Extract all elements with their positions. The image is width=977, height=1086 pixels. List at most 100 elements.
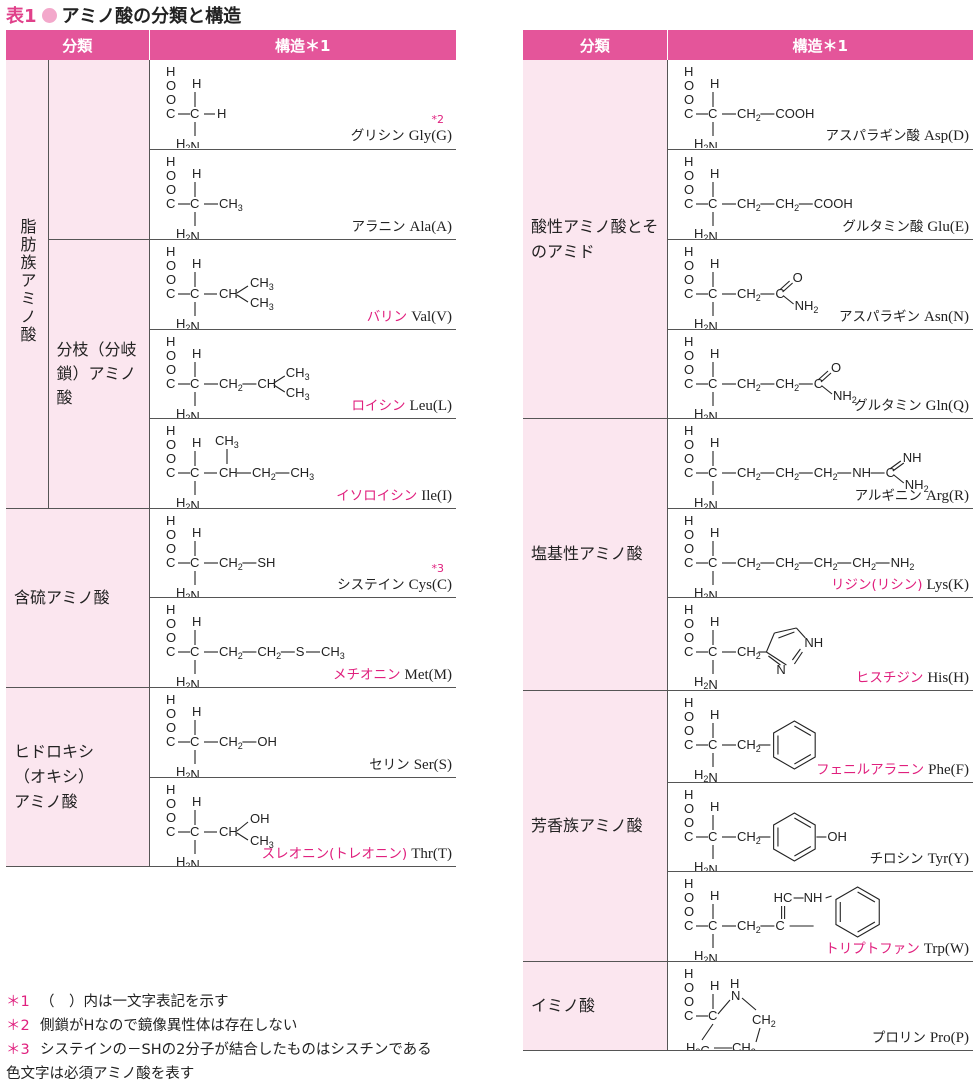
side-chain-atom: CH2: [737, 286, 761, 303]
amino-acid-abbrev: Gln(Q): [925, 397, 969, 414]
carboxyl-h: H: [684, 64, 693, 79]
side-chain-atom: C: [885, 465, 894, 480]
side-chain-atom: CH2: [775, 555, 799, 572]
amino-acid-jp: イソロイシン: [336, 487, 418, 504]
struct-ser: H O O C C H H2N CH2 OH セリン Ser(S): [149, 687, 457, 778]
carboxyl-o: O: [684, 168, 694, 183]
right-table: 分類 構造＊1 酸性アミノ酸とそのアミド H O O C C H H2N CH2 COOH アスパ…: [523, 30, 973, 1051]
carboxyl-o: O: [684, 437, 694, 452]
alpha-h: H: [710, 888, 719, 903]
amino-acid-name-ser: セリン Ser(S): [369, 753, 452, 774]
side-chain-atom: CH2: [737, 737, 761, 754]
carboxyl-h: H: [166, 154, 175, 169]
struct-pro: HOOCHCNHCH2CH2H2CプロリンPro(P): [667, 961, 973, 1051]
carboxyl-o: O: [684, 78, 694, 93]
amino-acid-name-ile: イソロイシン Ile(I): [336, 484, 452, 505]
carboxyl-o2: O: [166, 451, 176, 466]
carboxyl-c: C: [684, 555, 693, 570]
side-chain-atom: CH2: [737, 918, 761, 935]
ring-nh: NH: [804, 635, 823, 650]
amino-acid-jp: スレオニン(トレオニン): [261, 845, 408, 862]
table-title-text: アミノ酸の分類と構造: [61, 6, 242, 27]
alpha-h: H: [710, 799, 719, 814]
carboxyl-o2: O: [684, 630, 694, 645]
alpha-h: H: [192, 76, 201, 91]
amino-group: H2N: [176, 585, 200, 597]
struct-ile: H O O C C H H2N CH CH3 CH2 CH3 イソロイシン Ile(I): [149, 418, 457, 509]
amino-acid-jp: アスパラギン酸: [825, 128, 921, 145]
alpha-h: H: [710, 76, 719, 91]
struct-trp: H O O C C H H2N CH2 C HC NH トリプトファン Trp(W): [667, 871, 973, 962]
bond: [791, 648, 801, 660]
carboxyl-o2: O: [684, 723, 694, 738]
side-chain-atom: CH2: [219, 734, 243, 751]
carboxyl-o: O: [684, 890, 694, 905]
alpha-c: C: [190, 824, 199, 839]
carboxyl-o2: O: [166, 541, 176, 556]
alpha-c: C: [708, 918, 717, 933]
category-aromatic: 芳香族アミノ酸: [523, 690, 668, 962]
struct-thr: H O O C C H H2N CH OH CH3 スレオニン(トレオニン) Thr(T): [149, 777, 457, 867]
benzene-ring: [772, 719, 816, 770]
side-chain-atom: CH2: [219, 644, 243, 661]
carboxyl-o2: O: [684, 272, 694, 287]
side-chain-atom: CH2: [775, 465, 799, 482]
amino-group: H2N: [176, 226, 200, 239]
bond: [793, 651, 803, 664]
amino-group: H2N: [694, 674, 718, 690]
ring-hc: HC: [773, 890, 792, 905]
amino-acid-abbrev: Cys(C): [408, 576, 453, 593]
alpha-c: C: [190, 465, 199, 480]
left-table: 分類 構造＊1 脂肪族アミノ酸 H O O C C H H2N H グリシン Gly(G) *2 H…: [6, 30, 457, 867]
carboxyl-o: O: [166, 527, 176, 542]
alpha-h: H: [710, 346, 719, 361]
side-chain-atom: CH2: [737, 829, 761, 846]
amino-group: H2N: [694, 226, 718, 239]
amino-acid-abbrev: Lys(K): [926, 576, 970, 593]
alpha-c: C: [708, 376, 717, 391]
alpha-c: C: [708, 644, 717, 659]
ring-nh: NH: [803, 890, 822, 905]
carboxyl-c: C: [684, 376, 693, 391]
footnote-1: ＊1 （ ）内は一文字表記を示す: [6, 994, 229, 1010]
carboxyl-o2: O: [684, 451, 694, 466]
side-chain-atom: S: [295, 644, 304, 659]
carboxyl-h: H: [166, 513, 175, 528]
atom-label: CH3: [250, 275, 274, 292]
amino-group: H2N: [176, 854, 200, 866]
amino-acid-jp: アスパラギン: [839, 308, 920, 325]
amino-acid-abbrev: Val(V): [411, 308, 453, 325]
carboxyl-h: H: [684, 334, 693, 349]
carboxyl-o2: O: [166, 272, 176, 287]
alpha-h: H: [710, 256, 719, 271]
side-chain-atom: CH3: [219, 196, 243, 213]
amino-acid-abbrev: Leu(L): [409, 397, 453, 414]
struct-glu: H O O C C H H2N CH2 CH2 COOH グルタミン酸 Glu(E): [667, 149, 973, 240]
carboxyl-o2: O: [166, 92, 176, 107]
amino-acid-name-pro: プロリン Pro(P): [872, 1026, 969, 1047]
carboxyl-c: C: [166, 376, 175, 391]
alpha-c: C: [190, 555, 199, 570]
bond: [782, 295, 794, 304]
amino-acid-name-asp: アスパラギン酸 Asp(D): [826, 124, 970, 145]
side-chain-atom: CH2: [775, 196, 799, 213]
side-chain-atom: CH: [257, 376, 276, 391]
category-hydroxy: ヒドロキシ（オキシ）アミノ酸: [6, 687, 150, 867]
footnote-2: ＊2 側鎖がHなので鏡像異性体は存在しない: [6, 1018, 298, 1034]
amino-acid-abbrev: Asn(N): [924, 308, 969, 325]
bond: [821, 385, 832, 394]
amino-group: H2N: [694, 585, 718, 597]
amino-acid-jp: ロイシン: [351, 397, 406, 414]
bond: [856, 921, 875, 932]
atom-label: O: [684, 994, 694, 1009]
alpha-h: H: [710, 978, 719, 993]
amino-group: H2N: [176, 316, 200, 329]
alpha-c: C: [190, 644, 199, 659]
carboxyl-o2: O: [166, 362, 176, 377]
amino-acid-abbrev: Trp(W): [923, 940, 969, 957]
amino-acid-abbrev: Glu(E): [927, 218, 969, 235]
atom-label: CH3: [285, 365, 309, 382]
bond: [754, 1027, 761, 1042]
ring-nh-h: H: [730, 976, 739, 991]
amino-acid-name-gly: グリシン Gly(G): [351, 124, 452, 145]
